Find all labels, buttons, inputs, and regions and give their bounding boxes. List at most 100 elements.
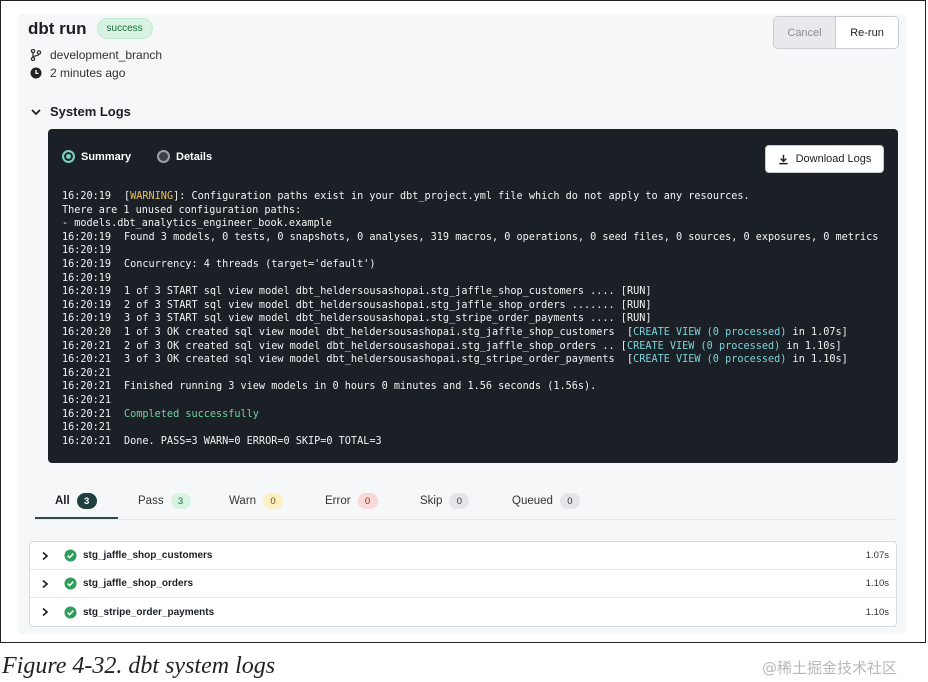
log-text: in 1.10s]: [780, 340, 842, 352]
tab-label: Queued: [512, 495, 553, 507]
log-text: ]: Configuration paths exist in your dbt…: [173, 191, 750, 202]
rerun-button[interactable]: Re-run: [836, 17, 898, 48]
tab-label: Skip: [420, 495, 443, 507]
log-line: 16:20:19 [WARNING]: Configuration paths e…: [62, 190, 878, 204]
log-timestamp: 16:20:21: [62, 422, 112, 434]
chevron-right-icon[interactable]: [40, 579, 50, 589]
log-timestamp: 16:20:21: [62, 381, 112, 393]
log-line: 16:20:19 3 of 3 START sql view model dbt_…: [62, 312, 878, 326]
log-line: 16:20:20 1 of 3 OK created sql view model…: [62, 326, 878, 340]
log-line: There are 1 unused configuration paths:: [62, 204, 878, 218]
log-text: 2 of 3 START sql view model dbt_helderso…: [124, 299, 652, 311]
log-line: 16:20:19 Concurrency: 4 threads (target='…: [62, 258, 878, 272]
chevron-right-icon[interactable]: [40, 551, 50, 561]
check-circle-icon: [64, 577, 77, 590]
watermark: @稀土掘金技术社区: [762, 659, 898, 677]
radio-selected-icon: [62, 150, 75, 163]
log-text: Concurrency: 4 threads (target='default'…: [124, 258, 376, 270]
log-timestamp: 16:20:21: [62, 394, 112, 406]
active-tab-indicator: [35, 517, 118, 519]
log-text: 2 of 3 OK created sql view model dbt_hel…: [124, 340, 627, 352]
status-badge: success: [96, 18, 153, 39]
model-duration: 1.10s: [865, 578, 889, 589]
log-timestamp: 16:20:21: [62, 354, 112, 366]
tab-count-badge: 3: [170, 493, 191, 509]
tab-count-badge: 0: [449, 493, 470, 509]
log-text: WARNING: [130, 191, 174, 202]
check-circle-icon: [64, 549, 77, 562]
tabs-divider: [35, 519, 895, 520]
tab-pass[interactable]: Pass 3: [138, 493, 191, 509]
status-tabs: All 3 Pass 3 Warn 0 Error 0 Skip 0 Queued 0: [35, 490, 895, 520]
model-row[interactable]: stg_jaffle_shop_customers 1.07s: [30, 542, 896, 570]
log-timestamp: 16:20:20: [62, 326, 112, 338]
time-ago: 2 minutes ago: [50, 66, 126, 80]
log-line: 16:20:21 Finished running 3 view models i…: [62, 380, 878, 394]
log-timestamp: 16:20:19: [62, 258, 112, 270]
tab-warn[interactable]: Warn 0: [229, 493, 284, 509]
log-timestamp: 16:20:19: [62, 286, 112, 298]
run-header: dbt run success: [28, 18, 153, 39]
log-line: 16:20:19: [62, 244, 878, 258]
chevron-down-icon: [31, 108, 41, 115]
tab-all[interactable]: All 3: [55, 493, 97, 509]
log-text: CREATE VIEW (0 processed): [626, 340, 781, 352]
log-line: 16:20:21 Done. PASS=3 WARN=0 ERROR=0 SKIP…: [62, 435, 878, 449]
branch-name: development_branch: [50, 48, 163, 62]
log-timestamp: 16:20:21: [62, 435, 112, 447]
log-line: - models.dbt_analytics_engineer_book.exa…: [62, 217, 878, 231]
log-text: Completed successfully: [124, 408, 259, 420]
log-line: 16:20:21: [62, 421, 878, 435]
log-text: in 1.07s]: [786, 326, 848, 338]
tab-count-badge: 0: [263, 493, 284, 509]
summary-radio[interactable]: Summary: [62, 150, 163, 163]
log-line: 16:20:21 Completed successfully: [62, 408, 878, 422]
log-text: Found 3 models, 0 tests, 0 snapshots, 0 …: [124, 231, 879, 243]
log-timestamp: 16:20:19: [62, 272, 112, 284]
log-timestamp: 16:20:21: [62, 367, 112, 379]
log-line: 16:20:19: [62, 272, 878, 286]
download-icon: [778, 154, 788, 164]
tab-error[interactable]: Error 0: [325, 493, 378, 509]
download-logs-button[interactable]: Download Logs: [765, 145, 884, 173]
log-text: Finished running 3 view models in 0 hour…: [124, 381, 597, 393]
log-line: 16:20:19 1 of 3 START sql view model dbt_…: [62, 285, 878, 299]
model-list: stg_jaffle_shop_customers 1.07s stg_jaffle…: [29, 541, 897, 627]
tab-label: Error: [325, 495, 351, 507]
log-text: There are 1 unused configuration paths:: [62, 204, 302, 216]
log-text: CREATE VIEW (0 processed): [633, 326, 787, 338]
system-logs-toggle[interactable]: System Logs: [30, 104, 131, 119]
model-duration: 1.10s: [865, 606, 889, 618]
log-text: 1 of 3 OK created sql view model dbt_hel…: [124, 326, 634, 338]
tab-queued[interactable]: Queued 0: [512, 493, 580, 509]
tab-skip[interactable]: Skip 0: [420, 493, 470, 509]
log-timestamp: 16:20:19: [62, 231, 112, 243]
model-name: stg_stripe_order_payments: [83, 606, 215, 618]
log-timestamp: 16:20:21: [62, 408, 112, 420]
details-radio[interactable]: Details: [157, 150, 212, 163]
log-text: Done. PASS=3 WARN=0 ERROR=0 SKIP=0 TOTAL…: [124, 435, 382, 447]
clock-icon: [30, 67, 42, 79]
model-row[interactable]: stg_jaffle_shop_orders 1.10s: [30, 570, 896, 598]
tab-label: Pass: [138, 495, 164, 507]
run-actions: Cancel Re-run: [773, 16, 899, 49]
log-line: 16:20:21: [62, 367, 878, 381]
log-text: - models.dbt_analytics_engineer_book.exa…: [62, 218, 332, 230]
details-label: Details: [176, 150, 213, 163]
log-text: 3 of 3 START sql view model dbt_helderso…: [124, 313, 652, 325]
log-text: CREATE VIEW (0 processed): [633, 354, 787, 366]
tab-count-badge: 3: [76, 493, 97, 509]
log-line: 16:20:21 2 of 3 OK created sql view model…: [62, 340, 878, 354]
log-text: 1 of 3 START sql view model dbt_helderso…: [124, 286, 652, 298]
page-title: dbt run: [28, 18, 87, 38]
summary-label: Summary: [81, 150, 132, 163]
log-output: 16:20:19 [WARNING]: Configuration paths e…: [62, 190, 878, 448]
system-logs-title: System Logs: [50, 104, 131, 119]
log-timestamp: 16:20:19: [62, 191, 112, 202]
log-timestamp: 16:20:19: [62, 299, 112, 311]
model-name: stg_jaffle_shop_customers: [83, 550, 213, 561]
chevron-right-icon[interactable]: [40, 607, 50, 617]
cancel-button[interactable]: Cancel: [774, 17, 836, 48]
model-row[interactable]: stg_stripe_order_payments 1.10s: [30, 598, 896, 626]
log-text: in 1.10s]: [786, 354, 848, 366]
